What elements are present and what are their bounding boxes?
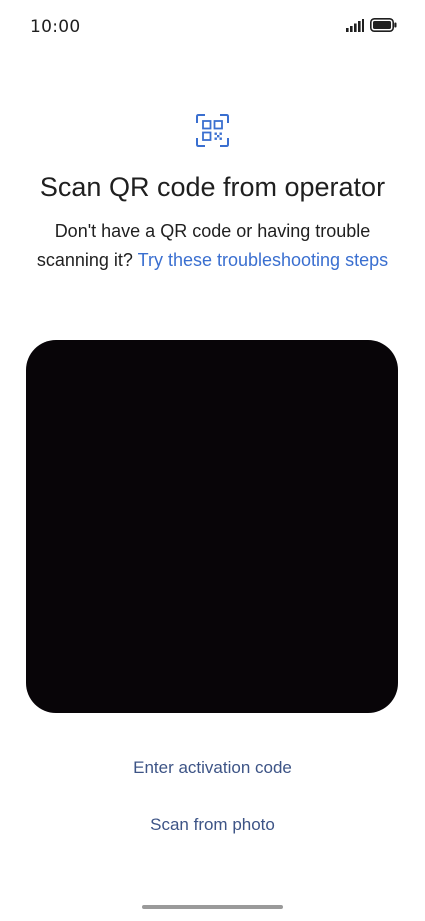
status-time: 10:00 — [30, 17, 81, 37]
page-subtitle: Don't have a QR code or having trouble s… — [36, 217, 389, 275]
camera-viewfinder — [26, 340, 398, 713]
home-indicator[interactable] — [142, 905, 283, 909]
page-title: Scan QR code from operator — [39, 172, 386, 202]
qr-code-icon — [196, 114, 229, 147]
enter-activation-code-button[interactable]: Enter activation code — [0, 758, 425, 778]
battery-icon — [370, 18, 397, 32]
scan-from-photo-button[interactable]: Scan from photo — [0, 815, 425, 835]
signal-icon — [346, 18, 364, 32]
troubleshooting-link[interactable]: Try these troubleshooting steps — [138, 250, 388, 270]
status-bar: 10:00 — [0, 0, 425, 56]
status-icons — [346, 18, 397, 32]
